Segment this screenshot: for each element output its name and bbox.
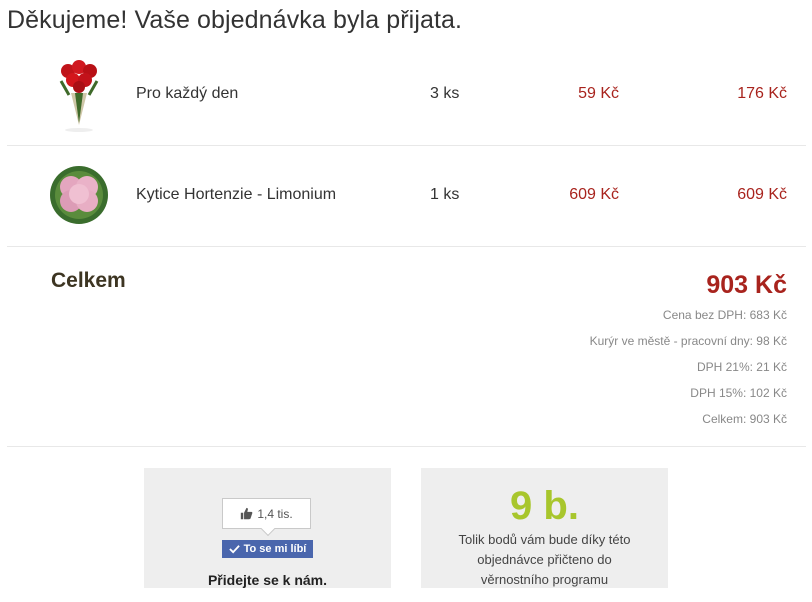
loyalty-points-description: Tolik bodů vám bude díky této objednávce…	[458, 532, 631, 587]
facebook-like-label: To se mi líbí	[243, 543, 307, 555]
item-quantity: 3 ks	[430, 85, 460, 102]
summary-line-courier: Kurýr ve městě - pracovní dny: 98 Kč	[589, 334, 787, 348]
summary-line-total: Celkem: 903 Kč	[702, 412, 787, 426]
item-unit-price: 59 Kč	[578, 85, 619, 102]
pink-hydrangea-bouquet-image	[50, 166, 108, 224]
item-quantity: 1 ks	[430, 186, 460, 203]
loyalty-points-box: 9 b. Tolik bodů vám bude díky této objed…	[421, 468, 668, 588]
item-unit-price: 609 Kč	[569, 186, 619, 203]
summary-line-price-without-vat: Cena bez DPH: 683 Kč	[662, 308, 787, 322]
summary-total: 903 Kč	[706, 271, 787, 299]
facebook-like-count: 1,4 tis.	[222, 498, 311, 529]
facebook-count-label: 1,4 tis.	[257, 506, 293, 521]
order-item-row: Pro každý den 3 ks 59 Kč 176 Kč	[7, 44, 806, 146]
checkmark-icon	[228, 545, 240, 554]
facebook-join-text: Přidejte se k nám.	[207, 572, 328, 588]
summary-label: Celkem	[51, 269, 126, 292]
page-title: Děkujeme! Vaše objednávka byla přijata.	[7, 6, 463, 34]
facebook-like-button[interactable]: To se mi líbí	[222, 540, 313, 558]
order-summary: Celkem 903 Kč Cena bez DPH: 683 Kč Kurýr…	[7, 247, 806, 447]
item-name[interactable]: Kytice Hortenzie - Limonium	[136, 186, 336, 204]
summary-line-vat-21: DPH 21%: 21 Kč	[696, 360, 787, 374]
summary-line-vat-15: DPH 15%: 102 Kč	[690, 386, 787, 400]
item-name[interactable]: Pro každý den	[136, 85, 238, 103]
item-total-price: 176 Kč	[737, 85, 787, 102]
red-roses-bouquet-image	[59, 60, 99, 132]
order-item-row: Kytice Hortenzie - Limonium 1 ks 609 Kč …	[7, 145, 806, 247]
item-total-price: 609 Kč	[737, 186, 787, 203]
facebook-like-box: 1,4 tis. To se mi líbí Přidejte se k nám…	[144, 468, 391, 588]
thumbs-up-icon	[241, 507, 253, 520]
loyalty-points-value: 9 b.	[510, 484, 579, 528]
